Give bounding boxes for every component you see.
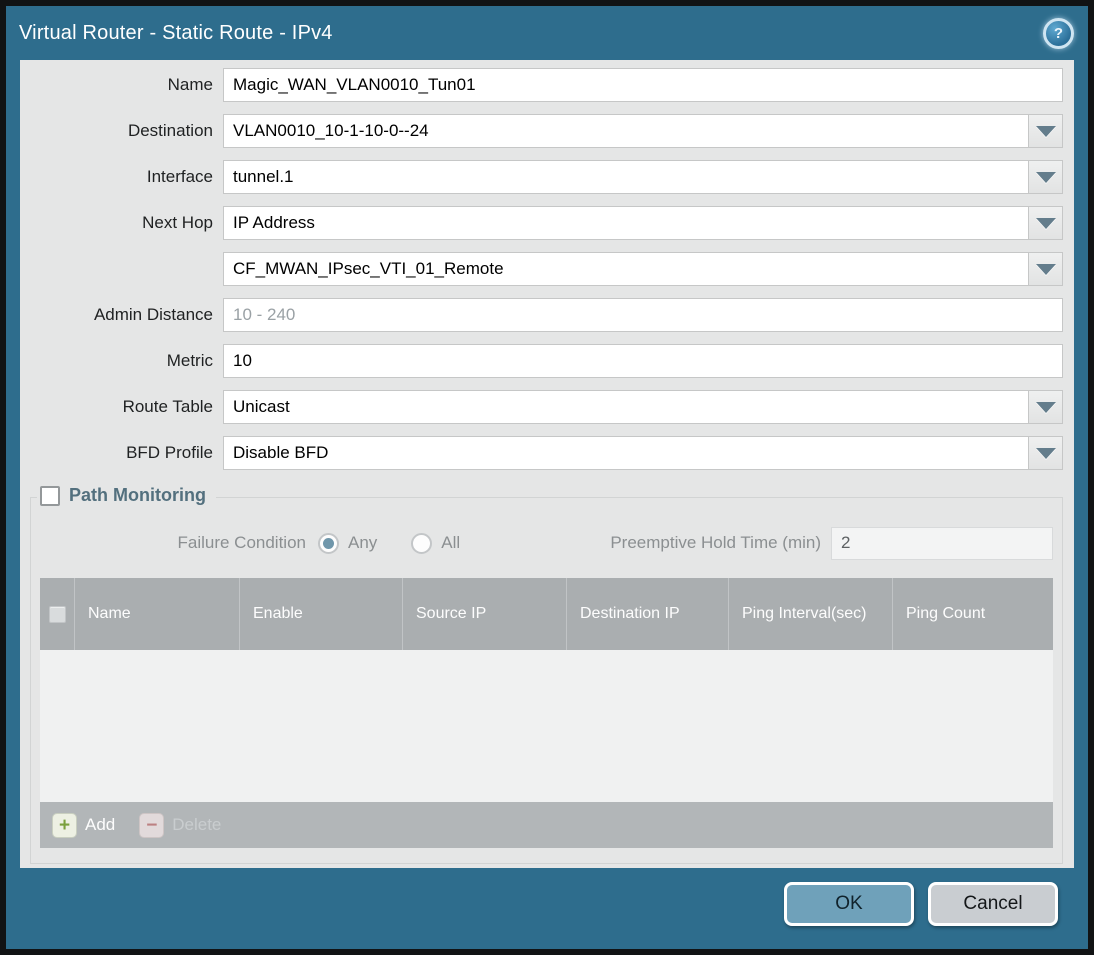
interface-dropdown-button[interactable] <box>1029 160 1063 194</box>
destination-dropdown-button[interactable] <box>1029 114 1063 148</box>
dialog-footer: OK Cancel <box>784 882 1058 926</box>
path-monitoring-checkbox[interactable] <box>40 485 60 506</box>
chevron-down-icon <box>1035 171 1056 183</box>
title-bar: Virtual Router - Static Route - IPv4 ? <box>6 6 1088 60</box>
select-all-checkbox-cell <box>40 578 75 650</box>
form-row-next-hop-address <box>20 252 1063 286</box>
add-button[interactable]: + Add <box>52 812 116 838</box>
table-toolbar: + Add − Delete <box>40 802 1053 848</box>
interface-label: Interface <box>146 167 213 186</box>
preemptive-hold-time-label: Preemptive Hold Time (min) <box>610 533 821 552</box>
failure-condition-any-radio[interactable] <box>318 532 339 554</box>
destination-input[interactable] <box>223 114 1029 148</box>
column-header-enable[interactable]: Enable <box>240 578 403 650</box>
column-header-source-ip[interactable]: Source IP <box>403 578 567 650</box>
preemptive-hold-time-input[interactable] <box>831 526 1053 560</box>
form-row-destination: Destination <box>20 114 1063 148</box>
name-label: Name <box>167 75 213 94</box>
form-row-interface: Interface <box>20 160 1063 194</box>
route-table-input[interactable] <box>223 390 1029 424</box>
chevron-down-icon <box>1035 217 1056 229</box>
column-header-destination-ip[interactable]: Destination IP <box>567 578 729 650</box>
chevron-down-icon <box>1035 447 1056 459</box>
ok-button[interactable]: OK <box>784 882 914 926</box>
dialog-content: Name Destination Interface Next Hop <box>20 60 1074 868</box>
admin-distance-input[interactable] <box>223 298 1063 332</box>
route-table-dropdown-button[interactable] <box>1029 390 1063 424</box>
failure-condition-any-label: Any <box>348 533 378 552</box>
column-header-name[interactable]: Name <box>75 578 240 650</box>
failure-condition-label: Failure Condition <box>177 533 306 552</box>
path-monitoring-legend: Path Monitoring <box>37 485 216 506</box>
interface-input[interactable] <box>223 160 1029 194</box>
metric-input[interactable] <box>223 344 1063 378</box>
failure-condition-all-radio[interactable] <box>411 532 433 554</box>
form-row-bfd-profile: BFD Profile <box>20 436 1063 470</box>
destination-label: Destination <box>127 121 213 140</box>
path-monitoring-title: Path Monitoring <box>69 485 206 505</box>
add-button-label: Add <box>85 815 116 834</box>
form-row-name: Name <box>20 68 1063 102</box>
next-hop-address-dropdown-button[interactable] <box>1029 252 1063 286</box>
column-header-ping-interval[interactable]: Ping Interval(sec) <box>729 578 893 650</box>
bfd-profile-input[interactable] <box>223 436 1029 470</box>
help-icon[interactable]: ? <box>1043 17 1074 49</box>
cancel-button[interactable]: Cancel <box>928 882 1058 926</box>
route-table-label: Route Table <box>122 397 213 416</box>
form-row-route-table: Route Table <box>20 390 1063 424</box>
static-route-dialog: Virtual Router - Static Route - IPv4 ? N… <box>0 0 1094 955</box>
next-hop-type-input[interactable] <box>223 206 1029 240</box>
delete-button[interactable]: − Delete <box>139 812 222 838</box>
select-all-checkbox[interactable] <box>48 605 66 623</box>
next-hop-dropdown-button[interactable] <box>1029 206 1063 240</box>
form-row-metric: Metric <box>20 344 1063 378</box>
chevron-down-icon <box>1035 125 1056 137</box>
name-input[interactable] <box>223 68 1063 102</box>
next-hop-label: Next Hop <box>142 213 213 232</box>
metric-label: Metric <box>166 351 213 370</box>
form-row-admin-distance: Admin Distance <box>20 298 1063 332</box>
bfd-profile-label: BFD Profile <box>126 443 213 462</box>
path-monitoring-section: Path Monitoring Failure Condition Any Al… <box>30 485 1063 864</box>
chevron-down-icon <box>1035 401 1056 413</box>
chevron-down-icon <box>1035 263 1056 275</box>
admin-distance-label: Admin Distance <box>93 305 213 324</box>
form-row-next-hop: Next Hop <box>20 206 1063 240</box>
failure-condition-all-label: All <box>441 533 461 552</box>
dialog-title: Virtual Router - Static Route - IPv4 <box>19 21 333 44</box>
failure-condition-row: Failure Condition Any All Preemptive Hol… <box>40 526 1053 560</box>
table-header: Name Enable Source IP Destination IP Pin… <box>40 578 1053 650</box>
delete-button-label: Delete <box>172 815 222 834</box>
bfd-profile-dropdown-button[interactable] <box>1029 436 1063 470</box>
next-hop-address-input[interactable] <box>223 252 1029 286</box>
minus-icon: − <box>139 812 165 838</box>
plus-icon: + <box>52 812 77 838</box>
table-body-empty <box>40 650 1053 802</box>
path-monitoring-table: Name Enable Source IP Destination IP Pin… <box>40 578 1053 848</box>
column-header-ping-count[interactable]: Ping Count <box>893 578 1053 650</box>
